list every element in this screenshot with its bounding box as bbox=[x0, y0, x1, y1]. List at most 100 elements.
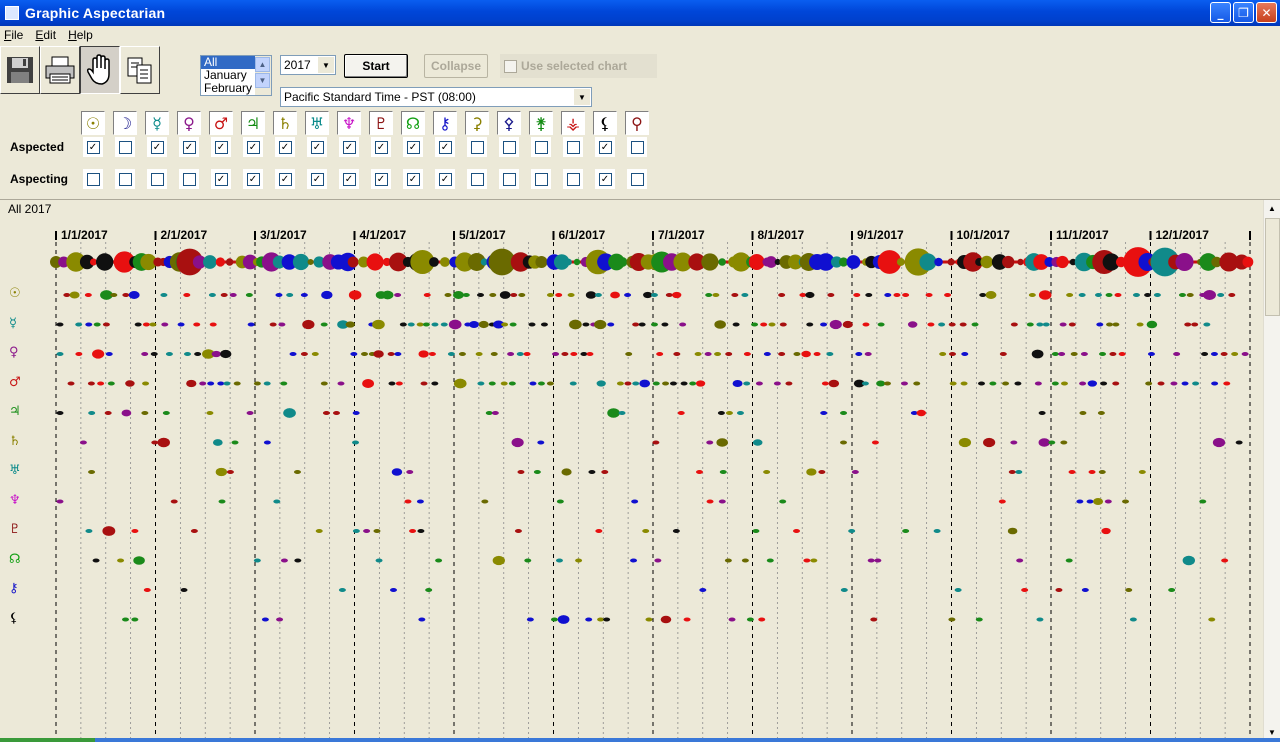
aspected-node-checkbox[interactable]: ✓ bbox=[403, 137, 423, 157]
checkbox-box[interactable]: ✓ bbox=[214, 172, 228, 186]
checkbox-box[interactable] bbox=[502, 172, 516, 186]
restore-button[interactable]: ❐ bbox=[1233, 2, 1254, 23]
aspecting-mars-checkbox[interactable]: ✓ bbox=[211, 169, 231, 189]
aspecting-moon-checkbox[interactable] bbox=[115, 169, 135, 189]
aspected-mercury-checkbox[interactable]: ✓ bbox=[147, 137, 167, 157]
aspected-moon-checkbox[interactable] bbox=[115, 137, 135, 157]
print-button[interactable] bbox=[40, 46, 80, 94]
aspected-pallas-checkbox[interactable] bbox=[499, 137, 519, 157]
checkbox-box[interactable] bbox=[118, 140, 132, 154]
checkbox-box[interactable]: ✓ bbox=[342, 140, 356, 154]
use-selected-chart-checkbox[interactable]: Use selected chart bbox=[500, 54, 657, 78]
aspect-dot bbox=[540, 322, 548, 327]
copy-button[interactable] bbox=[120, 46, 160, 94]
checkbox-box[interactable] bbox=[502, 140, 516, 154]
checkbox-box[interactable] bbox=[86, 172, 100, 186]
aspected-eris-checkbox[interactable] bbox=[627, 137, 647, 157]
aspecting-juno-checkbox[interactable] bbox=[531, 169, 551, 189]
checkbox-box[interactable]: ✓ bbox=[310, 140, 324, 154]
aspected-juno-checkbox[interactable] bbox=[531, 137, 551, 157]
checkbox-box[interactable]: ✓ bbox=[182, 140, 196, 154]
aspecting-neptune-checkbox[interactable]: ✓ bbox=[339, 169, 359, 189]
scroll-up-icon[interactable]: ▲ bbox=[1264, 200, 1280, 216]
aspecting-vesta-checkbox[interactable] bbox=[563, 169, 583, 189]
year-select[interactable]: 2017 ▼ bbox=[280, 55, 336, 75]
aspecting-chiron-checkbox[interactable]: ✓ bbox=[435, 169, 455, 189]
aspect-dot bbox=[949, 352, 957, 356]
checkbox-box[interactable] bbox=[534, 172, 548, 186]
aspecting-sun-checkbox[interactable] bbox=[83, 169, 103, 189]
checkbox-box[interactable]: ✓ bbox=[374, 172, 388, 186]
start-button[interactable]: Start bbox=[344, 54, 408, 78]
month-list-scrollbar[interactable]: ▲ ▼ bbox=[255, 56, 271, 95]
aspecting-saturn-checkbox[interactable]: ✓ bbox=[275, 169, 295, 189]
aspected-neptune-checkbox[interactable]: ✓ bbox=[339, 137, 359, 157]
collapse-button[interactable]: Collapse bbox=[424, 54, 488, 78]
aspected-chiron-checkbox[interactable]: ✓ bbox=[435, 137, 455, 157]
checkbox-box[interactable]: ✓ bbox=[310, 172, 324, 186]
checkbox-box[interactable]: ✓ bbox=[278, 172, 292, 186]
aspected-jupiter-checkbox[interactable]: ✓ bbox=[243, 137, 263, 157]
menu-help[interactable]: Help bbox=[68, 28, 93, 42]
checkbox-box[interactable]: ✓ bbox=[406, 172, 420, 186]
aspecting-pallas-checkbox[interactable] bbox=[499, 169, 519, 189]
aspecting-ceres-checkbox[interactable] bbox=[467, 169, 487, 189]
checkbox-box[interactable] bbox=[534, 140, 548, 154]
scrollbar-thumb[interactable] bbox=[1265, 218, 1280, 316]
aspected-uranus-checkbox[interactable]: ✓ bbox=[307, 137, 327, 157]
month-listbox[interactable]: All January February ▲ ▼ bbox=[200, 55, 272, 96]
scroll-up-icon[interactable]: ▲ bbox=[255, 57, 270, 72]
checkbox-box[interactable]: ✓ bbox=[246, 172, 260, 186]
chevron-down-icon[interactable]: ▼ bbox=[318, 57, 334, 73]
vertical-scrollbar[interactable]: ▲ ▼ bbox=[1263, 200, 1280, 740]
checkbox-box[interactable] bbox=[566, 172, 580, 186]
aspecting-eris-checkbox[interactable] bbox=[627, 169, 647, 189]
menu-file[interactable]: File bbox=[4, 28, 23, 42]
checkbox-box[interactable] bbox=[470, 140, 484, 154]
aspected-saturn-checkbox[interactable]: ✓ bbox=[275, 137, 295, 157]
checkbox-box[interactable]: ✓ bbox=[150, 140, 164, 154]
aspected-ceres-checkbox[interactable] bbox=[467, 137, 487, 157]
close-button[interactable]: ✕ bbox=[1256, 2, 1277, 23]
aspected-lilith-checkbox[interactable]: ✓ bbox=[595, 137, 615, 157]
aspecting-venus-checkbox[interactable] bbox=[179, 169, 199, 189]
menu-edit[interactable]: Edit bbox=[35, 28, 56, 42]
checkbox-box[interactable] bbox=[630, 172, 644, 186]
checkbox-box[interactable] bbox=[118, 172, 132, 186]
chevron-down-icon[interactable]: ▼ bbox=[574, 89, 590, 105]
checkbox-box[interactable] bbox=[630, 140, 644, 154]
month-option-february[interactable]: February bbox=[201, 82, 255, 95]
aspecting-node-checkbox[interactable]: ✓ bbox=[403, 169, 423, 189]
checkbox-box[interactable]: ✓ bbox=[278, 140, 292, 154]
checkbox-box[interactable] bbox=[150, 172, 164, 186]
checkbox-box[interactable] bbox=[182, 172, 196, 186]
hand-button[interactable] bbox=[80, 46, 120, 94]
aspected-venus-checkbox[interactable]: ✓ bbox=[179, 137, 199, 157]
aspected-vesta-checkbox[interactable] bbox=[563, 137, 583, 157]
checkbox-box[interactable]: ✓ bbox=[342, 172, 356, 186]
aspected-mars-checkbox[interactable]: ✓ bbox=[211, 137, 231, 157]
aspecting-pluto-checkbox[interactable]: ✓ bbox=[371, 169, 391, 189]
checkbox-box[interactable]: ✓ bbox=[598, 140, 612, 154]
aspected-sun-checkbox[interactable]: ✓ bbox=[83, 137, 103, 157]
checkbox-box[interactable] bbox=[504, 59, 517, 73]
aspecting-jupiter-checkbox[interactable]: ✓ bbox=[243, 169, 263, 189]
scroll-down-icon[interactable]: ▼ bbox=[255, 73, 270, 88]
checkbox-box[interactable] bbox=[470, 172, 484, 186]
checkbox-box[interactable]: ✓ bbox=[438, 172, 452, 186]
aspected-pluto-checkbox[interactable]: ✓ bbox=[371, 137, 391, 157]
minimize-button[interactable]: _ bbox=[1210, 2, 1231, 23]
checkbox-box[interactable]: ✓ bbox=[406, 140, 420, 154]
timezone-select[interactable]: Pacific Standard Time - PST (08:00) ▼ bbox=[280, 87, 592, 107]
aspecting-lilith-checkbox[interactable]: ✓ bbox=[595, 169, 615, 189]
checkbox-box[interactable]: ✓ bbox=[374, 140, 388, 154]
checkbox-box[interactable]: ✓ bbox=[246, 140, 260, 154]
aspecting-uranus-checkbox[interactable]: ✓ bbox=[307, 169, 327, 189]
save-button[interactable] bbox=[0, 46, 40, 94]
checkbox-box[interactable]: ✓ bbox=[598, 172, 612, 186]
checkbox-box[interactable] bbox=[566, 140, 580, 154]
checkbox-box[interactable]: ✓ bbox=[86, 140, 100, 154]
checkbox-box[interactable]: ✓ bbox=[214, 140, 228, 154]
checkbox-box[interactable]: ✓ bbox=[438, 140, 452, 154]
aspecting-mercury-checkbox[interactable] bbox=[147, 169, 167, 189]
